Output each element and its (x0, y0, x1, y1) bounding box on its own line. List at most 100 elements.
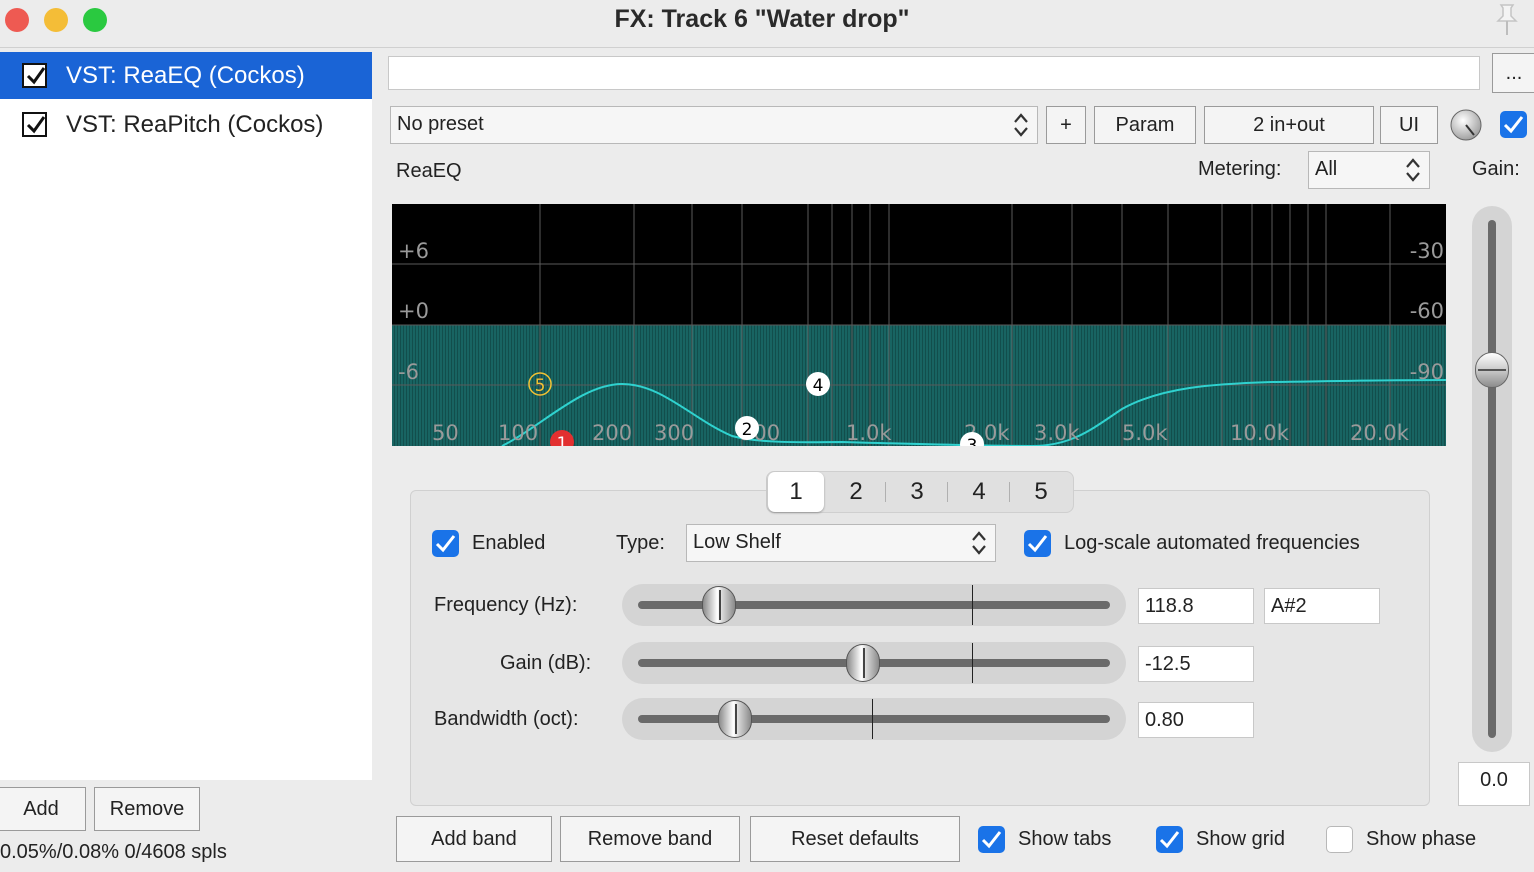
band-gain-value-field[interactable]: -12.5 (1138, 646, 1254, 682)
preset-value: No preset (397, 113, 484, 135)
bandwidth-slider-knob[interactable] (718, 700, 752, 738)
fx-item-reapitch[interactable]: VST: ReaPitch (Cockos) (0, 101, 372, 148)
output-gain-knob[interactable] (1475, 352, 1509, 388)
more-options-label: ... (1505, 62, 1523, 84)
chevron-updown-icon (1013, 111, 1029, 145)
metering-select[interactable]: All (1308, 151, 1430, 189)
show-grid-label: Show grid (1196, 828, 1285, 850)
param-label: Param (1115, 114, 1175, 136)
show-grid-checkbox[interactable] (1156, 826, 1183, 853)
output-gain-value[interactable]: 0.0 (1458, 762, 1530, 806)
db-label-right: -90 (1410, 360, 1444, 384)
add-preset-label: + (1060, 114, 1072, 136)
window-title: FX: Track 6 "Water drop" (614, 5, 910, 33)
svg-text:3: 3 (967, 436, 978, 446)
db-label: +0 (398, 299, 429, 323)
fx-chain-list[interactable]: VST: ReaEQ (Cockos) VST: ReaPitch (Cocko… (0, 52, 372, 780)
frequency-note-field[interactable]: A#2 (1264, 588, 1380, 624)
freq-label: 10.0k (1230, 421, 1290, 445)
reset-defaults-button[interactable]: Reset defaults (750, 816, 960, 862)
ui-label: UI (1399, 114, 1419, 136)
wet-dry-knob[interactable] (1449, 108, 1483, 142)
bandwidth-label: Bandwidth (oct): (434, 708, 579, 730)
frequency-slider[interactable] (622, 584, 1126, 626)
db-label: +6 (398, 239, 429, 263)
plugin-name: ReaEQ (396, 160, 462, 182)
svg-text:1: 1 (557, 434, 568, 446)
svg-text:5: 5 (535, 376, 546, 396)
fx-enable-checkbox[interactable] (22, 63, 47, 88)
freq-label: 20.0k (1350, 421, 1410, 445)
svg-text:4: 4 (813, 376, 824, 396)
add-preset-button[interactable]: + (1046, 106, 1086, 144)
freq-label: 200 (592, 421, 632, 445)
show-tabs-label: Show tabs (1018, 828, 1112, 850)
tab-band-4[interactable]: 4 (949, 472, 1009, 512)
tab-band-2[interactable]: 2 (827, 472, 885, 512)
title-bar: FX: Track 6 "Water drop" (0, 0, 1534, 48)
io-button[interactable]: 2 in+out (1204, 106, 1374, 144)
fx-enable-checkbox[interactable] (22, 112, 47, 137)
param-button[interactable]: Param (1094, 106, 1196, 144)
remove-fx-button[interactable]: Remove (94, 787, 200, 831)
log-scale-checkbox[interactable] (1024, 530, 1051, 557)
remove-fx-label: Remove (109, 798, 185, 820)
bypass-checkbox[interactable] (1500, 111, 1527, 138)
add-band-label: Add band (431, 828, 517, 850)
band-marker-4[interactable]: 4 (806, 372, 830, 396)
fx-item-label: VST: ReaEQ (Cockos) (66, 62, 305, 89)
add-fx-button[interactable]: Add (0, 787, 86, 831)
frequency-slider-knob[interactable] (702, 586, 736, 624)
bandwidth-value-field[interactable]: 0.80 (1138, 702, 1254, 738)
show-phase-label: Show phase (1366, 828, 1477, 850)
tab-band-5[interactable]: 5 (1011, 472, 1071, 512)
more-options-button[interactable]: ... (1492, 53, 1534, 93)
band-gain-slider[interactable] (622, 642, 1126, 684)
frequency-value-field[interactable]: 118.8 (1138, 588, 1254, 624)
cpu-status: 0.05%/0.08% 0/4608 spls (0, 841, 227, 863)
metering-label: Metering: (1198, 158, 1282, 180)
output-gain-label: Gain: (1472, 158, 1520, 180)
frequency-label: Frequency (Hz): (434, 594, 578, 616)
freq-label: 5.0k (1122, 421, 1168, 445)
show-phase-checkbox[interactable] (1326, 826, 1353, 853)
db-label: -6 (398, 360, 419, 384)
band-type-value: Low Shelf (693, 531, 781, 553)
band-tabs[interactable]: 1 2 3 4 5 (766, 471, 1074, 513)
remove-band-label: Remove band (587, 828, 713, 850)
band-type-select[interactable]: Low Shelf (686, 524, 996, 562)
remove-band-button[interactable]: Remove band (560, 816, 740, 862)
show-tabs-checkbox[interactable] (978, 826, 1005, 853)
reset-defaults-label: Reset defaults (791, 828, 919, 850)
freq-label: 50 (432, 421, 459, 445)
freq-label: 1.0k (846, 421, 892, 445)
svg-text:2: 2 (742, 420, 753, 440)
log-scale-label: Log-scale automated frequencies (1064, 532, 1360, 554)
io-label: 2 in+out (1253, 114, 1325, 136)
band-marker-2[interactable]: 2 (735, 416, 759, 440)
bandwidth-slider[interactable] (622, 698, 1126, 740)
band-gain-label: Gain (dB): (500, 652, 592, 674)
tab-band-1[interactable]: 1 (768, 472, 824, 512)
fx-item-reaeq[interactable]: VST: ReaEQ (Cockos) (0, 52, 372, 99)
freq-label: 100 (498, 421, 538, 445)
preset-select[interactable]: No preset (390, 106, 1038, 144)
eq-graph[interactable]: +6 +0 -6 -30 -60 -90 50 100 200 300 500 … (392, 204, 1446, 446)
output-gain-slider[interactable] (1472, 206, 1512, 752)
db-label-right: -30 (1410, 239, 1444, 263)
fx-name-field[interactable] (388, 56, 1480, 90)
add-fx-label: Add (23, 798, 59, 820)
tab-band-3[interactable]: 3 (887, 472, 947, 512)
chevron-updown-icon (971, 529, 987, 563)
pin-icon[interactable] (1490, 2, 1524, 38)
chevron-updown-icon (1405, 156, 1421, 190)
db-label-right: -60 (1410, 299, 1444, 323)
freq-label: 300 (654, 421, 694, 445)
metering-value: All (1315, 158, 1338, 180)
band-gain-slider-knob[interactable] (846, 644, 880, 682)
add-band-button[interactable]: Add band (396, 816, 552, 862)
ui-button[interactable]: UI (1380, 106, 1438, 144)
band-enabled-label: Enabled (472, 532, 546, 554)
band-type-label: Type: (616, 532, 665, 554)
band-enabled-checkbox[interactable] (432, 530, 459, 557)
